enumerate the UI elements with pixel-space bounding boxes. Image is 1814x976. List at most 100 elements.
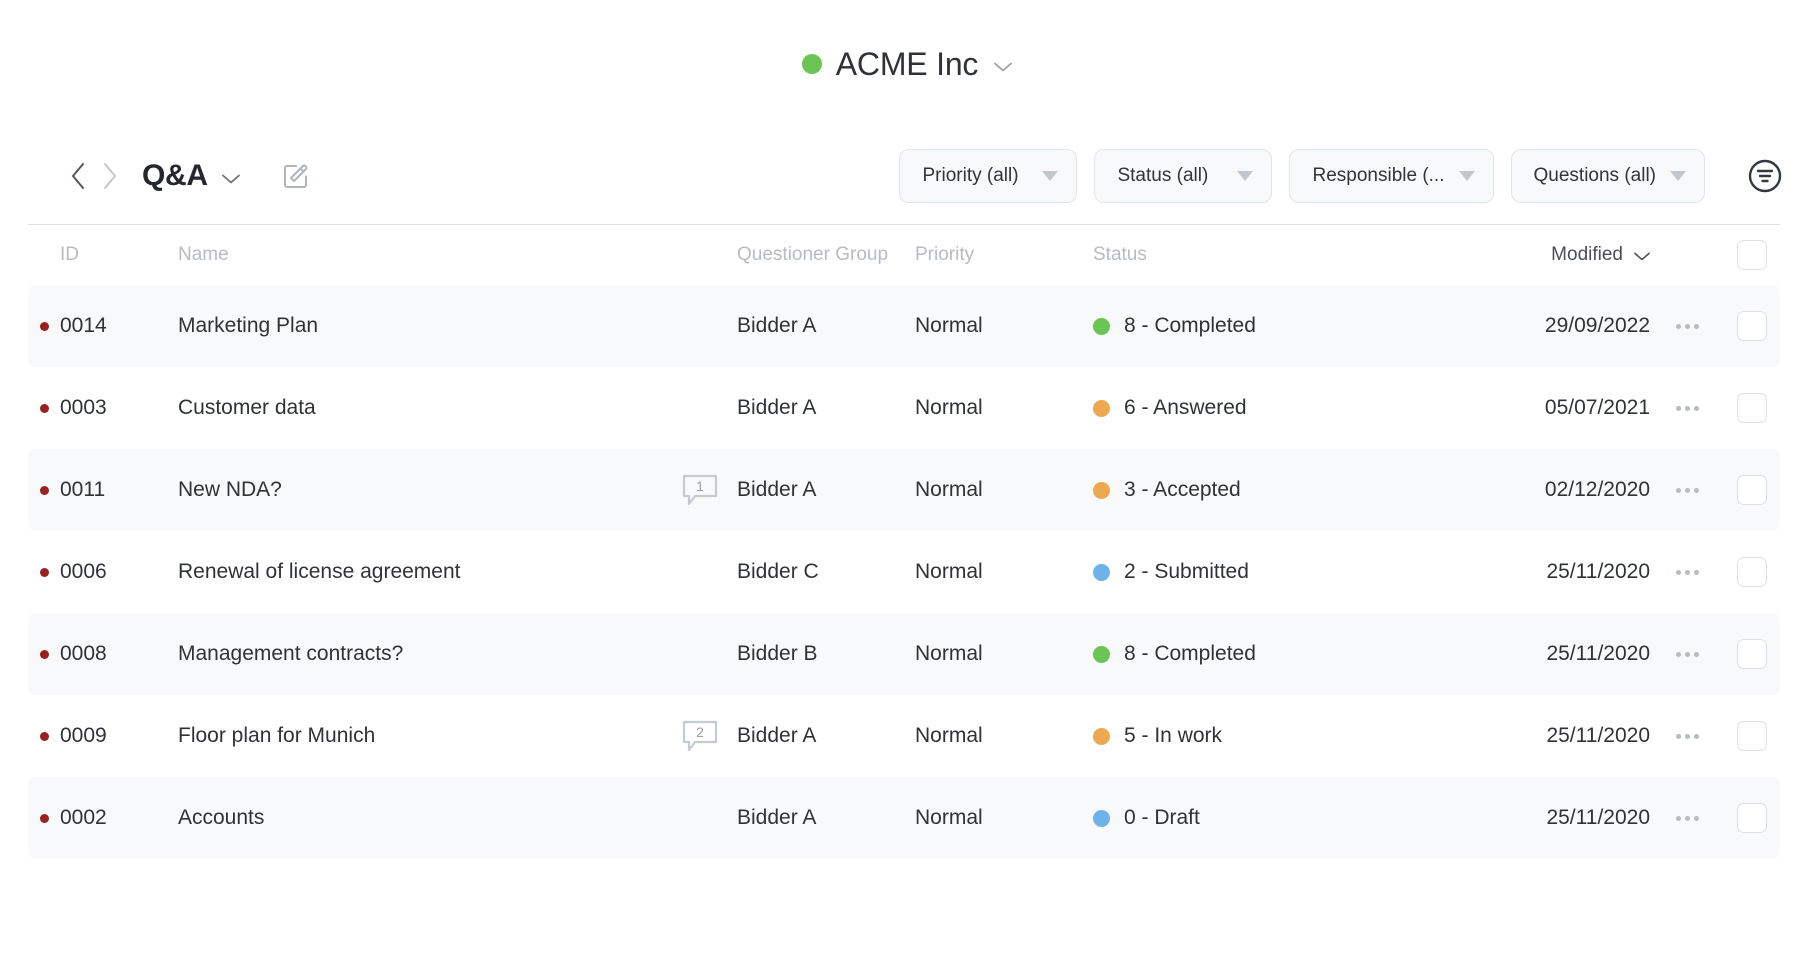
cell-questioner-group: Bidder A [737, 314, 915, 338]
cell-name[interactable]: Marketing Plan [178, 314, 737, 338]
cell-name[interactable]: New NDA?1 [178, 473, 737, 507]
cell-questioner-group: Bidder B [737, 642, 915, 666]
column-header-group[interactable]: Questioner Group [737, 244, 915, 266]
cell-questioner-group: Bidder A [737, 478, 915, 502]
row-more-options-icon[interactable] [1676, 652, 1699, 657]
table-row[interactable]: 0014Marketing PlanBidder ANormal8 - Comp… [28, 285, 1780, 367]
row-checkbox[interactable] [1737, 639, 1767, 669]
view-title-dropdown[interactable]: Q&A [142, 159, 240, 193]
cell-name-text: Renewal of license agreement [178, 560, 737, 584]
status-dot-icon [1093, 564, 1110, 581]
status-dot-icon [1093, 646, 1110, 663]
table-body: 0014Marketing PlanBidder ANormal8 - Comp… [28, 285, 1780, 859]
comment-count-badge[interactable]: 2 [681, 719, 719, 753]
filter-bar: Priority (all) Status (all) Responsible … [899, 149, 1782, 203]
status-label: 6 - Answered [1124, 396, 1247, 420]
row-more-options-icon[interactable] [1676, 570, 1699, 575]
table-row[interactable]: 0008Management contracts?Bidder BNormal8… [28, 613, 1780, 695]
cell-status: 6 - Answered [1093, 396, 1488, 420]
cell-name[interactable]: Accounts [178, 806, 737, 830]
cell-name[interactable]: Management contracts? [178, 642, 737, 666]
row-checkbox[interactable] [1737, 721, 1767, 751]
row-checkbox[interactable] [1737, 475, 1767, 505]
cell-id: 0014 [60, 314, 178, 338]
caret-down-icon [1459, 171, 1475, 181]
caret-down-icon [1042, 171, 1058, 181]
cell-modified: 05/07/2021 [1488, 396, 1650, 420]
chevron-right-icon[interactable] [102, 162, 118, 190]
row-marker [28, 322, 60, 331]
filter-questions-label: Questions (all) [1534, 165, 1657, 187]
cell-priority: Normal [915, 314, 1093, 338]
row-menu-cell [1650, 816, 1724, 821]
filter-status[interactable]: Status (all) [1094, 149, 1272, 203]
unread-dot-icon [40, 814, 49, 823]
cell-priority: Normal [915, 478, 1093, 502]
cell-status: 0 - Draft [1093, 806, 1488, 830]
select-all-checkbox[interactable] [1737, 240, 1767, 270]
cell-id: 0006 [60, 560, 178, 584]
row-select-cell [1724, 311, 1780, 341]
row-more-options-icon[interactable] [1676, 816, 1699, 821]
row-marker [28, 650, 60, 659]
unread-dot-icon [40, 568, 49, 577]
chevron-down-icon[interactable] [994, 62, 1012, 72]
row-checkbox[interactable] [1737, 803, 1767, 833]
column-header-name[interactable]: Name [178, 244, 737, 266]
filter-questions[interactable]: Questions (all) [1511, 149, 1706, 203]
filter-priority[interactable]: Priority (all) [899, 149, 1077, 203]
table-row[interactable]: 0009Floor plan for Munich2Bidder ANormal… [28, 695, 1780, 777]
comment-count-badge[interactable]: 1 [681, 473, 719, 507]
cell-status: 5 - In work [1093, 724, 1488, 748]
cell-status: 8 - Completed [1093, 642, 1488, 666]
caret-down-icon [1237, 171, 1253, 181]
cell-name[interactable]: Floor plan for Munich2 [178, 719, 737, 753]
workspace-name[interactable]: ACME Inc [836, 46, 978, 83]
chevron-left-icon[interactable] [70, 162, 86, 190]
unread-dot-icon [40, 322, 49, 331]
row-select-cell [1724, 393, 1780, 423]
chevron-down-icon [1634, 252, 1650, 261]
row-more-options-icon[interactable] [1676, 488, 1699, 493]
filter-circle-icon[interactable] [1748, 159, 1782, 193]
cell-status: 2 - Submitted [1093, 560, 1488, 584]
table-row[interactable]: 0002AccountsBidder ANormal0 - Draft25/11… [28, 777, 1780, 859]
cell-name[interactable]: Renewal of license agreement [178, 560, 737, 584]
table-header-row: ID Name Questioner Group Priority Status… [28, 225, 1780, 285]
cell-status: 8 - Completed [1093, 314, 1488, 338]
table-row[interactable]: 0003Customer dataBidder ANormal6 - Answe… [28, 367, 1780, 449]
edit-pencil-square-icon[interactable] [282, 162, 310, 190]
row-menu-cell [1650, 406, 1724, 411]
filter-responsible[interactable]: Responsible (... [1289, 149, 1493, 203]
chevron-down-icon [222, 174, 240, 184]
row-checkbox[interactable] [1737, 311, 1767, 341]
column-header-modified[interactable]: Modified [1488, 244, 1650, 266]
column-header-priority[interactable]: Priority [915, 244, 1093, 266]
cell-name-text: Management contracts? [178, 642, 737, 666]
view-toolbar: Q&A Priority (all) Status (all) Responsi… [0, 128, 1814, 224]
cell-questioner-group: Bidder A [737, 724, 915, 748]
unread-dot-icon [40, 732, 49, 741]
column-header-status[interactable]: Status [1093, 244, 1488, 266]
row-more-options-icon[interactable] [1676, 406, 1699, 411]
workspace-status-dot [802, 54, 822, 74]
row-marker [28, 732, 60, 741]
row-select-cell [1724, 557, 1780, 587]
cell-name[interactable]: Customer data [178, 396, 737, 420]
row-marker [28, 814, 60, 823]
row-more-options-icon[interactable] [1676, 734, 1699, 739]
row-checkbox[interactable] [1737, 393, 1767, 423]
cell-status: 3 - Accepted [1093, 478, 1488, 502]
table-row[interactable]: 0011New NDA?1Bidder ANormal3 - Accepted0… [28, 449, 1780, 531]
table-row[interactable]: 0006Renewal of license agreementBidder C… [28, 531, 1780, 613]
cell-priority: Normal [915, 642, 1093, 666]
row-marker [28, 404, 60, 413]
cell-name-text: Marketing Plan [178, 314, 737, 338]
row-menu-cell [1650, 324, 1724, 329]
cell-id: 0002 [60, 806, 178, 830]
row-checkbox[interactable] [1737, 557, 1767, 587]
row-more-options-icon[interactable] [1676, 324, 1699, 329]
column-header-id[interactable]: ID [60, 244, 178, 266]
filter-status-label: Status (all) [1117, 165, 1208, 187]
unread-dot-icon [40, 650, 49, 659]
